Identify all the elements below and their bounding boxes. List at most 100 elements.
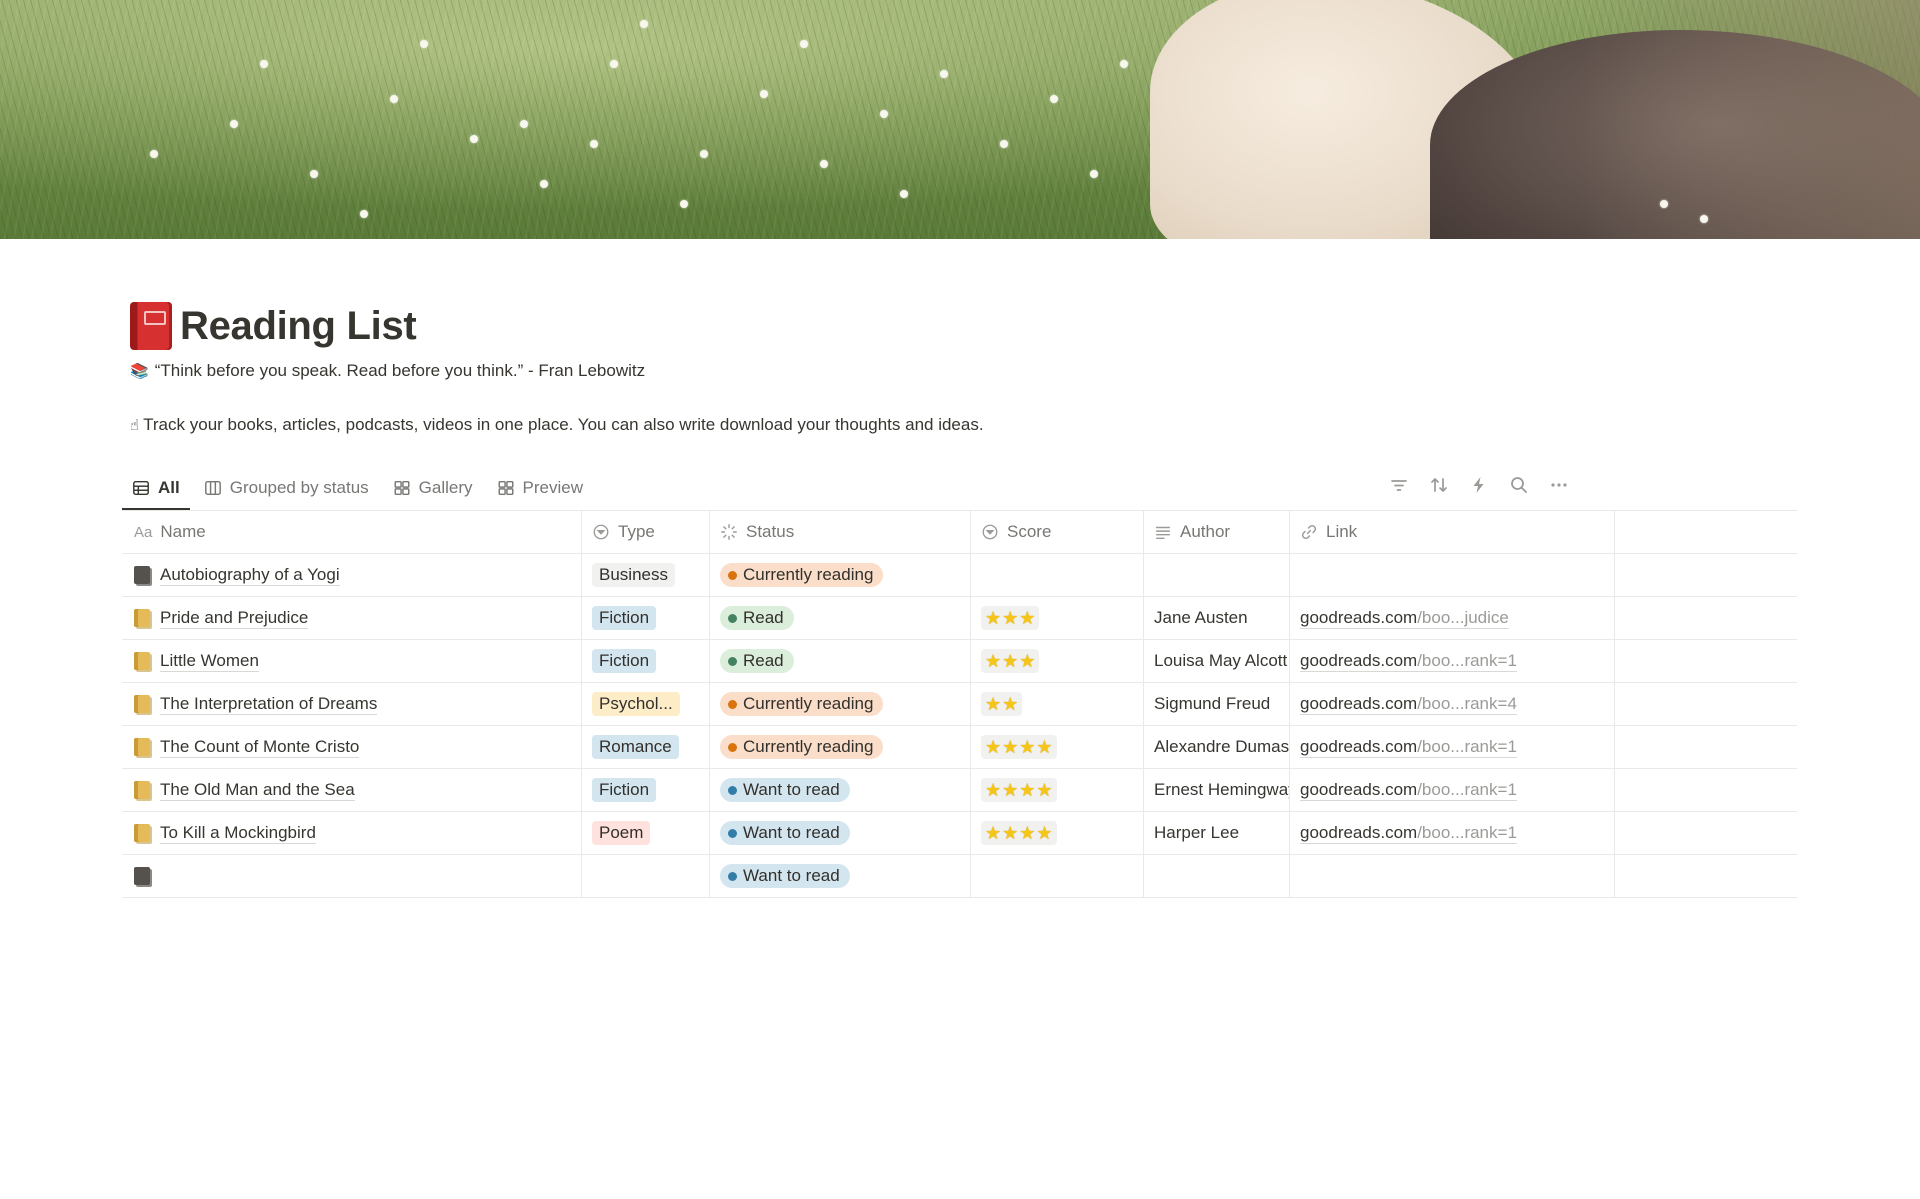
table-body: Autobiography of a Yogi Business Currently… [122,554,1797,898]
cell-name[interactable]: Autobiography of a Yogi [122,554,582,596]
goodreads-link[interactable]: goodreads.com/boo...rank=4 [1300,694,1517,715]
column-header-score[interactable]: Score [971,511,1144,553]
cell-author[interactable] [1144,855,1290,897]
goodreads-link[interactable]: goodreads.com/boo...rank=1 [1300,737,1517,758]
table-row[interactable]: Want to read [122,855,1797,898]
tab-label: Preview [522,478,583,497]
cell-score[interactable]: ★ ★ [971,683,1144,725]
cell-name[interactable]: The Interpretation of Dreams [122,683,582,725]
cell-name[interactable]: The Old Man and the Sea [122,769,582,811]
cell-author[interactable]: Sigmund Freud [1144,683,1290,725]
automation-button[interactable] [1468,474,1490,496]
cell-link[interactable]: goodreads.com/boo...rank=1 [1290,769,1615,811]
status-badge: Read [720,649,794,673]
cell-score[interactable]: ★ ★ ★ ★ [971,812,1144,854]
page-title[interactable]: Reading List [180,304,417,349]
book-title[interactable]: Autobiography of a Yogi [160,565,340,586]
cell-link[interactable] [1290,554,1615,596]
book-title[interactable]: Pride and Prejudice [160,608,309,629]
cell-name[interactable]: Pride and Prejudice [122,597,582,639]
cell-score[interactable]: ★ ★ ★ [971,597,1144,639]
cell-type[interactable]: Poem [582,812,710,854]
table-row[interactable]: Pride and Prejudice Fiction Read ★ ★ ★ Jane Au… [122,597,1797,640]
cell-score[interactable] [971,554,1144,596]
book-title[interactable]: Little Women [160,651,259,672]
cell-type[interactable] [582,855,710,897]
column-header-name[interactable]: Aa Name [122,511,582,553]
star-icon: ★ [1036,823,1053,843]
table-row[interactable]: The Interpretation of Dreams Psychol... Cu… [122,683,1797,726]
cell-score[interactable] [971,855,1144,897]
table-row[interactable]: To Kill a Mockingbird Poem Want to read ★ ★ ★… [122,812,1797,855]
cell-type[interactable]: Business [582,554,710,596]
cell-status[interactable]: Currently reading [710,554,971,596]
cell-link[interactable]: goodreads.com/boo...rank=1 [1290,726,1615,768]
cell-author[interactable]: Harper Lee [1144,812,1290,854]
cell-link[interactable]: goodreads.com/boo...rank=4 [1290,683,1615,725]
table-row[interactable]: The Count of Monte Cristo Romance Currentl… [122,726,1797,769]
cell-author[interactable]: Jane Austen [1144,597,1290,639]
book-title[interactable]: The Count of Monte Cristo [160,737,360,758]
cell-author[interactable] [1144,554,1290,596]
cell-status[interactable]: Want to read [710,769,971,811]
cell-status[interactable]: Currently reading [710,683,971,725]
cell-status[interactable]: Want to read [710,812,971,854]
cell-name[interactable]: The Count of Monte Cristo [122,726,582,768]
search-button[interactable] [1508,474,1530,496]
cell-name[interactable]: Little Women [122,640,582,682]
table-row[interactable]: Little Women Fiction Read ★ ★ ★ Louisa May Alc… [122,640,1797,683]
table-row[interactable]: The Old Man and the Sea Fiction Want to re… [122,769,1797,812]
cell-link[interactable]: goodreads.com/boo...rank=1 [1290,640,1615,682]
cell-name[interactable]: To Kill a Mockingbird [122,812,582,854]
goodreads-link[interactable]: goodreads.com/boo...rank=1 [1300,823,1517,844]
tab-all[interactable]: All [122,468,190,510]
cell-status[interactable]: Read [710,640,971,682]
goodreads-link[interactable]: goodreads.com/boo...rank=1 [1300,651,1517,672]
book-title[interactable]: To Kill a Mockingbird [160,823,316,844]
cell-status[interactable]: Currently reading [710,726,971,768]
filter-button[interactable] [1388,474,1410,496]
cell-link[interactable]: goodreads.com/boo...rank=1 [1290,812,1615,854]
more-icon [1551,483,1567,487]
table-row[interactable]: Autobiography of a Yogi Business Currently… [122,554,1797,597]
cell-author[interactable]: Alexandre Dumas [1144,726,1290,768]
type-tag: Business [592,563,675,587]
column-header-link[interactable]: Link [1290,511,1615,553]
book-title[interactable]: The Old Man and the Sea [160,780,355,801]
red-book-icon[interactable] [130,302,172,350]
cell-status[interactable]: Read [710,597,971,639]
goodreads-link[interactable]: goodreads.com/boo...rank=1 [1300,780,1517,801]
tab-grouped-by-status[interactable]: Grouped by status [194,468,379,508]
cell-link[interactable] [1290,855,1615,897]
column-header-status[interactable]: Status [710,511,971,553]
cell-score[interactable]: ★ ★ ★ [971,640,1144,682]
tab-gallery[interactable]: Gallery [383,468,483,508]
cell-author[interactable]: Ernest Hemingway [1144,769,1290,811]
flower [900,190,908,198]
column-header-empty [1615,511,1797,553]
status-dot [728,699,737,709]
book-icon [134,738,150,756]
cell-score[interactable]: ★ ★ ★ ★ [971,769,1144,811]
cell-name[interactable] [122,855,582,897]
cell-empty [1615,726,1797,768]
goodreads-link[interactable]: goodreads.com/boo...judice [1300,608,1509,629]
sort-button[interactable] [1428,474,1450,496]
column-header-author[interactable]: Author [1144,511,1290,553]
cell-link[interactable]: goodreads.com/boo...judice [1290,597,1615,639]
status-label: Currently reading [743,565,874,584]
cell-type[interactable]: Psychol... [582,683,710,725]
cell-type[interactable]: Fiction [582,769,710,811]
tab-preview[interactable]: Preview [487,468,593,508]
cell-type[interactable]: Romance [582,726,710,768]
column-header-type[interactable]: Type [582,511,710,553]
status-badge: Want to read [720,864,850,888]
cell-score[interactable]: ★ ★ ★ ★ [971,726,1144,768]
cell-status[interactable]: Want to read [710,855,971,897]
cell-author[interactable]: Louisa May Alcott [1144,640,1290,682]
cover-shade [1580,0,1920,239]
cell-type[interactable]: Fiction [582,597,710,639]
cell-type[interactable]: Fiction [582,640,710,682]
book-title[interactable]: The Interpretation of Dreams [160,694,378,715]
more-button[interactable] [1548,474,1570,496]
